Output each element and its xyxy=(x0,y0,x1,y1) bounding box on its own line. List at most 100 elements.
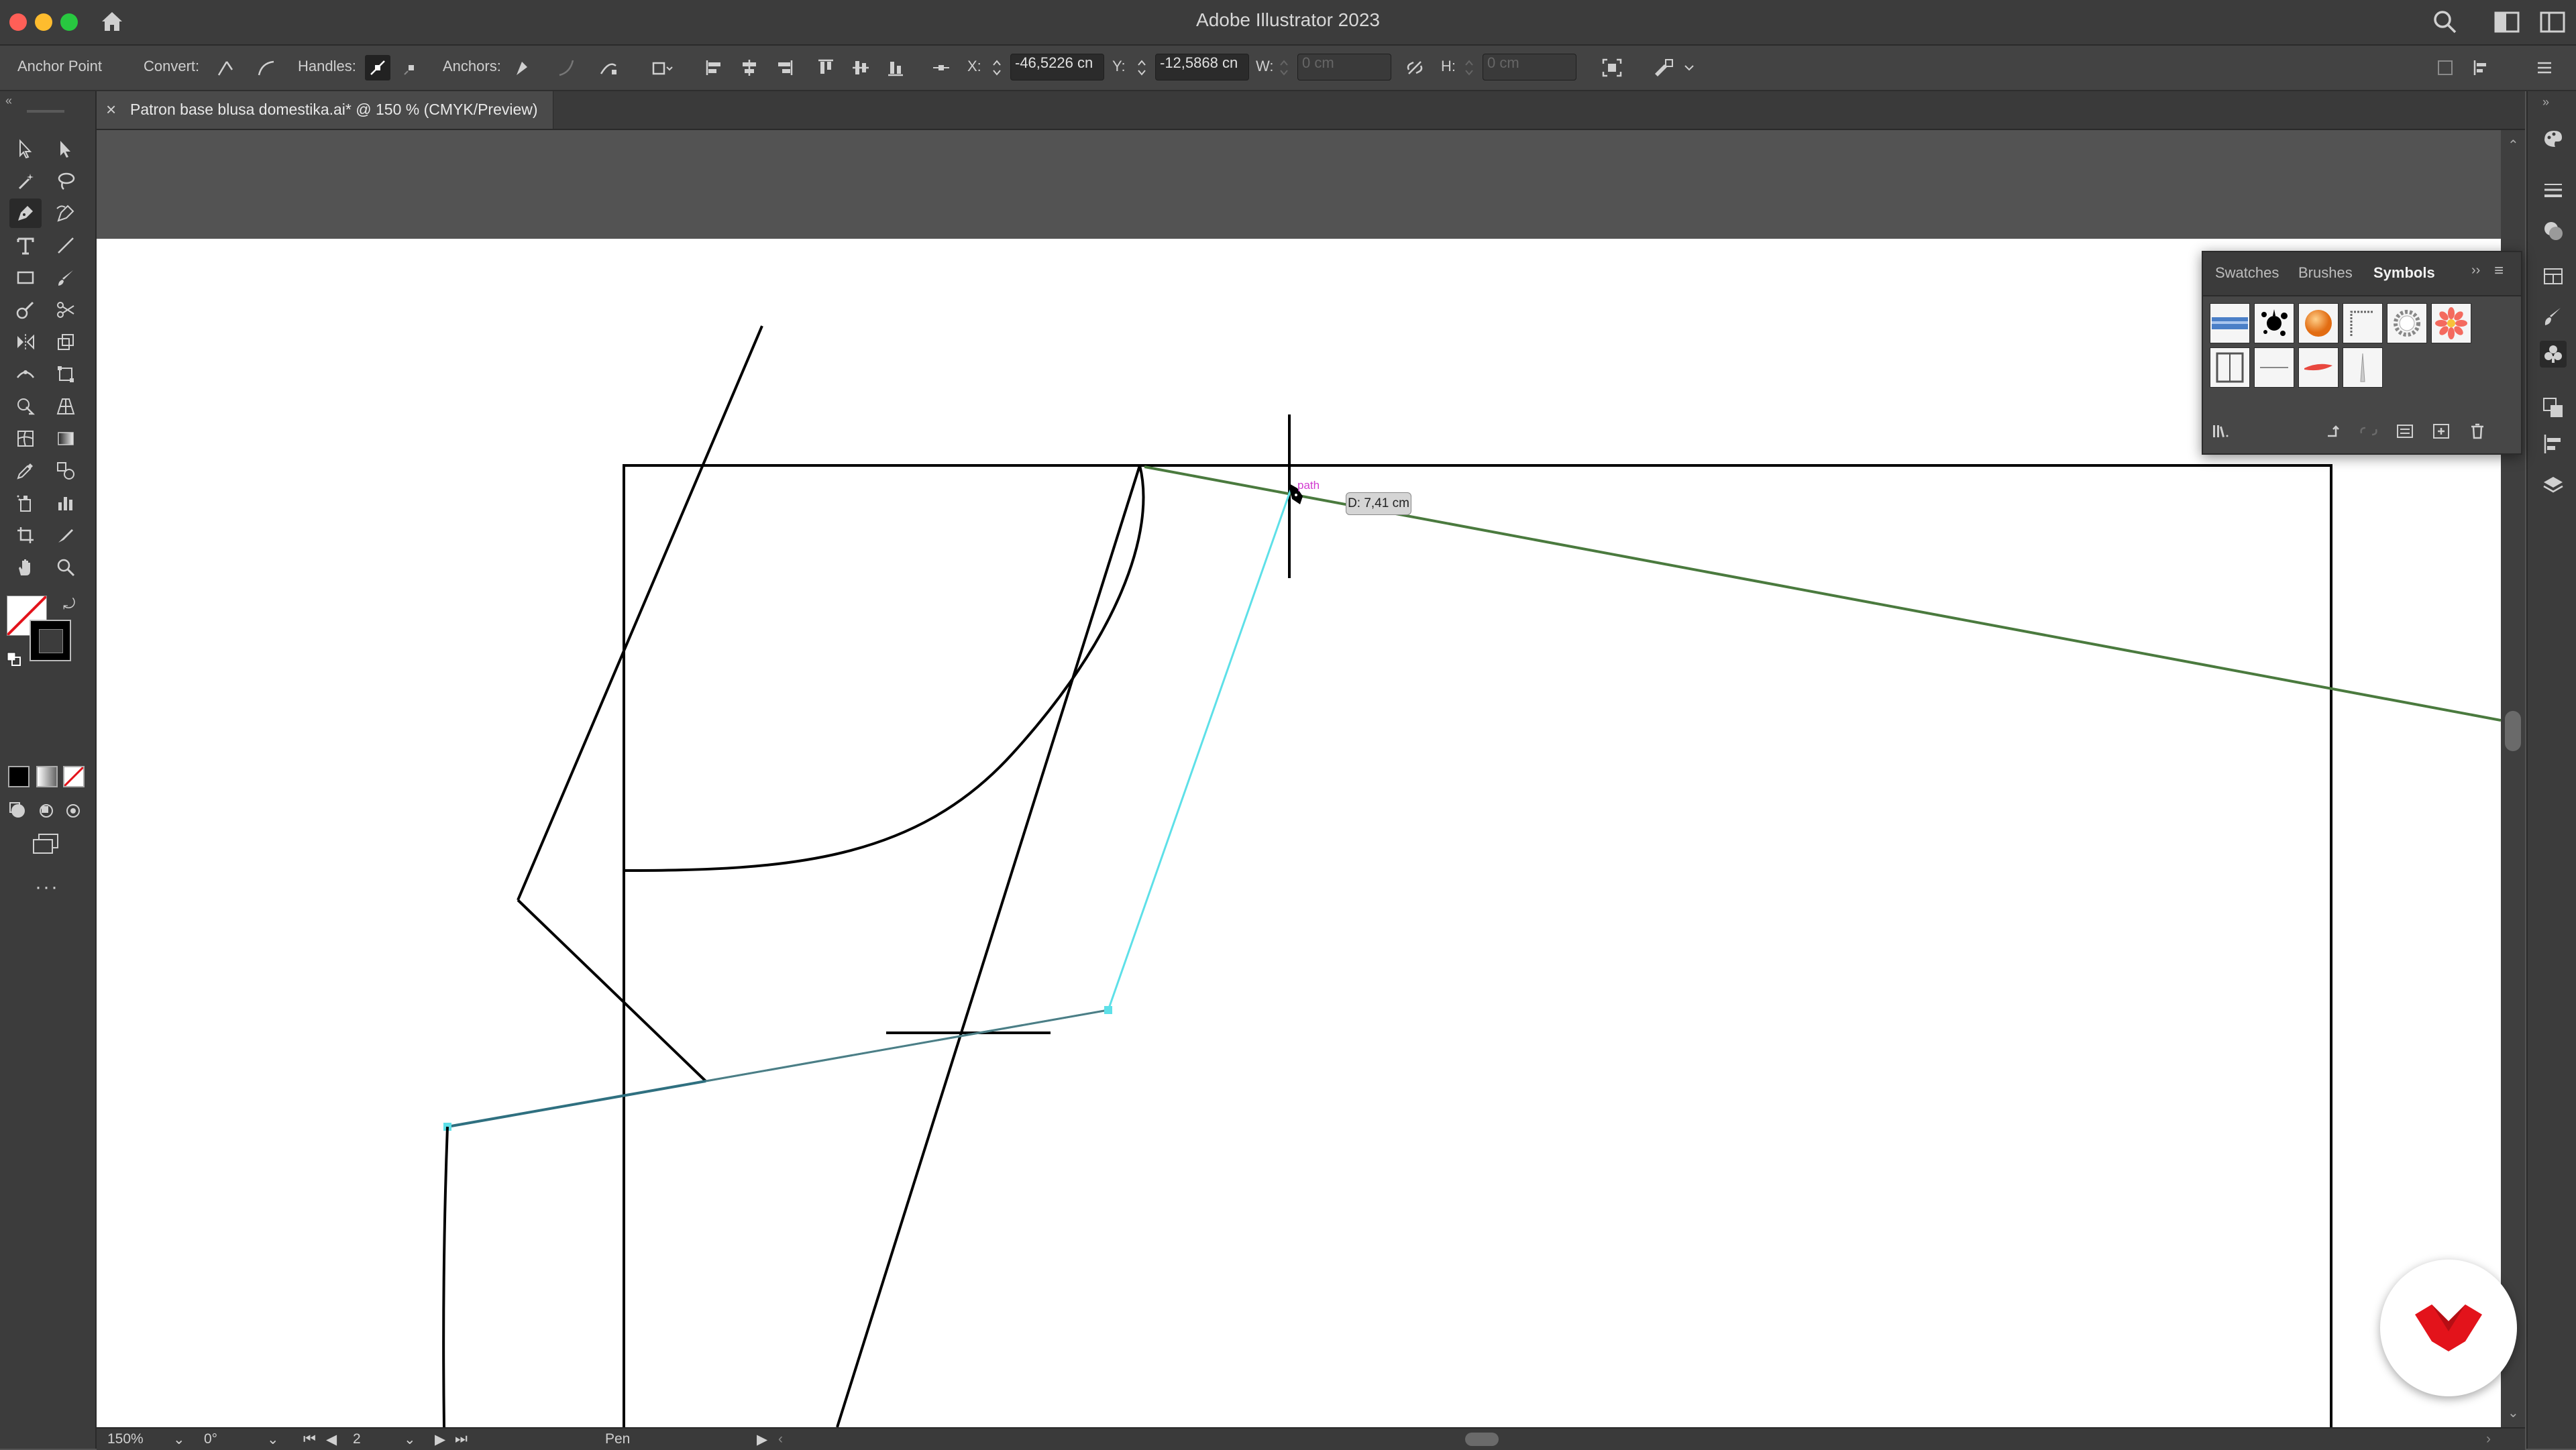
document-tab[interactable]: × Patron base blusa domestika.ai* @ 150 … xyxy=(97,91,553,129)
scissors-tool-icon[interactable] xyxy=(50,295,82,325)
scroll-left-icon[interactable]: ‹ xyxy=(778,1431,783,1447)
remove-anchor-icon[interactable] xyxy=(510,55,535,80)
center-diagonal[interactable] xyxy=(836,465,1141,1427)
symbol-candle-spike[interactable] xyxy=(2343,347,2383,388)
paintbrush-tool-icon[interactable] xyxy=(50,263,82,292)
line-segment-tool-icon[interactable] xyxy=(50,231,82,260)
blend-tool-icon[interactable] xyxy=(50,456,82,486)
stroke-swatch[interactable] xyxy=(30,620,71,661)
neckline-curve[interactable] xyxy=(623,465,1145,872)
symbol-blue-banner[interactable] xyxy=(2210,303,2250,343)
workspace-switcher-icon[interactable] xyxy=(2540,11,2565,37)
symbol-pink-flower[interactable] xyxy=(2431,303,2471,343)
pathfinder-panel-icon[interactable] xyxy=(2540,394,2567,421)
x-stepper-icon[interactable] xyxy=(990,55,1004,80)
scale-tool-icon[interactable] xyxy=(50,327,82,357)
swap-fill-stroke-icon[interactable]: ⤾ xyxy=(63,596,75,613)
symbol-red-brush-stroke[interactable] xyxy=(2298,347,2339,388)
reflect-tool-icon[interactable] xyxy=(9,327,42,357)
artboard-dropdown-icon[interactable]: ⌄ xyxy=(404,1431,416,1448)
zoom-level[interactable]: 150% xyxy=(107,1431,144,1447)
artboard-tool-icon[interactable] xyxy=(9,520,42,550)
y-stepper-icon[interactable] xyxy=(1135,55,1148,80)
selected-path[interactable] xyxy=(447,489,1292,1128)
symbol-gear-ring[interactable] xyxy=(2387,303,2427,343)
w-field[interactable]: 0 cm xyxy=(1297,54,1391,80)
edit-path-options-icon[interactable] xyxy=(1650,55,1676,80)
free-transform-tool-icon[interactable] xyxy=(50,359,82,389)
search-icon[interactable] xyxy=(2432,9,2458,38)
gradient-mode-icon[interactable] xyxy=(36,766,58,787)
tab-swatches[interactable]: Swatches xyxy=(2215,264,2279,282)
align-left-icon[interactable] xyxy=(702,55,727,80)
panel-layout-icon[interactable] xyxy=(2432,55,2458,80)
perspective-grid-tool-icon[interactable] xyxy=(50,392,82,421)
rotation-value[interactable]: 0° xyxy=(204,1431,217,1447)
mesh-tool-icon[interactable] xyxy=(9,424,42,453)
show-handles-icon[interactable] xyxy=(365,55,390,80)
arrange-documents-icon[interactable] xyxy=(2494,11,2520,37)
hem-line-right[interactable] xyxy=(705,1009,1109,1082)
screen-mode-icon[interactable] xyxy=(31,833,60,856)
reference-point-icon[interactable] xyxy=(928,55,954,80)
zoom-dropdown-icon[interactable]: ⌄ xyxy=(173,1431,185,1448)
symbol-rope-frame[interactable] xyxy=(2343,303,2383,343)
place-symbol-instance-icon[interactable] xyxy=(2322,420,2345,443)
break-link-icon[interactable] xyxy=(2357,420,2380,443)
convert-corner-icon[interactable] xyxy=(212,55,237,80)
y-field[interactable]: -12,5868 cn xyxy=(1155,54,1249,80)
control-bar-menu-icon[interactable] xyxy=(2532,55,2557,80)
canvas-area[interactable]: path D: 7,41 cm xyxy=(97,130,2501,1427)
align-top-icon[interactable] xyxy=(813,55,839,80)
align-middle-icon[interactable] xyxy=(848,55,873,80)
rectangle-tool-icon[interactable] xyxy=(9,263,42,292)
lasso-tool-icon[interactable] xyxy=(50,166,82,196)
symbol-sprayer-tool-icon[interactable] xyxy=(9,488,42,518)
chevron-down-icon[interactable] xyxy=(1681,55,1697,80)
appearance-panel-icon[interactable] xyxy=(2540,217,2567,244)
scroll-right-icon[interactable]: › xyxy=(2486,1431,2491,1447)
color-panel-icon[interactable] xyxy=(2540,125,2567,152)
convert-smooth-icon[interactable] xyxy=(254,55,279,80)
align-bottom-icon[interactable] xyxy=(883,55,908,80)
transform-align-panel-icon[interactable] xyxy=(2540,431,2567,457)
column-graph-tool-icon[interactable] xyxy=(50,488,82,518)
h-field[interactable]: 0 cm xyxy=(1483,54,1576,80)
rotation-dropdown-icon[interactable]: ⌄ xyxy=(267,1431,279,1448)
transform-dropdown-icon[interactable] xyxy=(649,55,675,80)
eyedropper-tool-icon[interactable] xyxy=(9,456,42,486)
delete-symbol-icon[interactable] xyxy=(2466,420,2489,443)
pattern-rectangle[interactable] xyxy=(623,464,2332,1427)
close-tab-icon[interactable]: × xyxy=(106,99,116,120)
toolbar-grip[interactable] xyxy=(27,110,64,113)
magic-wand-tool-icon[interactable] xyxy=(9,166,42,196)
slice-tool-icon[interactable] xyxy=(50,520,82,550)
connect-endpoints-icon[interactable] xyxy=(554,55,580,80)
anchor-point[interactable] xyxy=(1104,1006,1112,1014)
symbol-thin-rule[interactable] xyxy=(2254,347,2294,388)
edit-toolbar-more-icon[interactable]: ··· xyxy=(35,876,59,899)
stroke-panel-icon[interactable] xyxy=(2540,177,2567,204)
side-seam-curve[interactable] xyxy=(442,1126,449,1427)
selection-tool-icon[interactable] xyxy=(9,134,42,164)
symbol-libraries-icon[interactable] xyxy=(2210,420,2233,443)
symbol-column-frame[interactable] xyxy=(2210,347,2250,388)
direct-selection-tool-icon[interactable] xyxy=(50,134,82,164)
panel-menu-icon[interactable]: ≡ xyxy=(2494,262,2504,280)
new-symbol-icon[interactable] xyxy=(2430,420,2453,443)
brushes-panel-icon[interactable] xyxy=(2540,303,2567,330)
w-stepper-icon[interactable] xyxy=(1277,55,1291,80)
last-artboard-icon[interactable]: ⏭ xyxy=(455,1431,468,1447)
none-mode-icon[interactable] xyxy=(63,766,85,787)
symbols-panel-icon[interactable] xyxy=(2540,341,2567,368)
default-fill-stroke-icon[interactable] xyxy=(7,652,21,667)
draw-inside-icon[interactable] xyxy=(63,801,83,821)
type-tool-icon[interactable] xyxy=(9,231,42,260)
x-field[interactable]: -46,5226 cn xyxy=(1010,54,1104,80)
color-mode-icon[interactable] xyxy=(8,766,30,787)
shoulder-line[interactable] xyxy=(517,325,763,901)
scroll-up-icon[interactable]: ⌃ xyxy=(2508,137,2519,154)
gradient-tool-icon[interactable] xyxy=(50,424,82,453)
zoom-tool-icon[interactable] xyxy=(50,553,82,582)
layers-panel-icon[interactable] xyxy=(2540,472,2567,499)
